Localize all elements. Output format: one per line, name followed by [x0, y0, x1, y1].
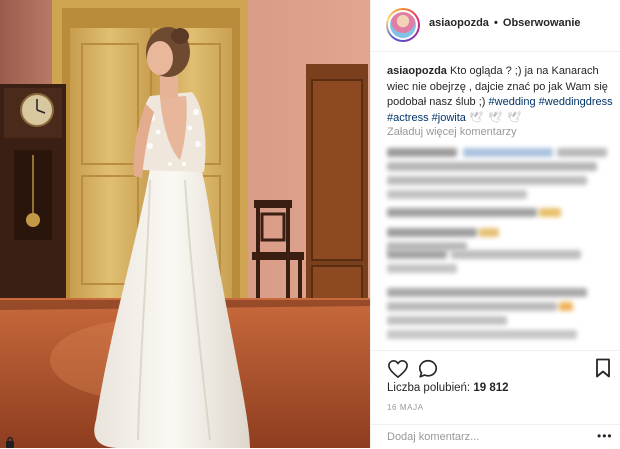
avatar[interactable]	[386, 8, 420, 42]
heart-icon[interactable]	[387, 359, 409, 379]
post-photo[interactable]	[0, 0, 370, 448]
wedding-dress-photo	[0, 0, 370, 448]
follow-status-button[interactable]: Obserwowanie	[503, 17, 581, 29]
likes-label: Liczba polubień:	[387, 382, 471, 394]
comment-bubble-icon[interactable]	[417, 358, 439, 380]
likes-count[interactable]: Liczba polubień: 19 812	[387, 382, 509, 394]
instagram-post-modal: asiaopozda • Obserwowanie asiaopozda Kto…	[0, 0, 620, 448]
likes-number: 19 812	[473, 382, 509, 394]
hashtag-link[interactable]: #wedding	[489, 96, 536, 108]
header-separator: •	[493, 17, 498, 29]
post-header: asiaopozda • Obserwowanie	[371, 0, 620, 52]
avatar-image	[390, 12, 416, 38]
avatar-ring	[388, 10, 418, 40]
add-comment-bar: •••	[371, 424, 620, 449]
hashtag-link[interactable]: #weddingdress	[539, 96, 613, 108]
hashtag-link[interactable]: #actress	[387, 112, 429, 124]
post-actions-bar	[371, 350, 620, 381]
add-comment-input[interactable]	[387, 429, 587, 445]
lock-icon	[6, 436, 14, 448]
dove-emoji: 🕊 🕊 🕊	[468, 111, 522, 124]
caption-username[interactable]: asiaopozda	[387, 65, 447, 77]
load-more-comments-link[interactable]: Załaduj więcej komentarzy	[387, 126, 517, 138]
bookmark-icon[interactable]	[595, 358, 611, 378]
post-caption: asiaopozda Kto ogląda ? ;) ja na Kanarac…	[387, 64, 613, 126]
header-text: asiaopozda • Obserwowanie	[429, 17, 581, 29]
header-username[interactable]: asiaopozda	[429, 17, 489, 29]
more-options-icon[interactable]: •••	[597, 429, 613, 443]
post-date: 16 MAJA	[387, 403, 424, 412]
hashtag-link[interactable]: #jowita	[432, 112, 466, 124]
post-side-panel: asiaopozda • Obserwowanie asiaopozda Kto…	[370, 0, 620, 448]
